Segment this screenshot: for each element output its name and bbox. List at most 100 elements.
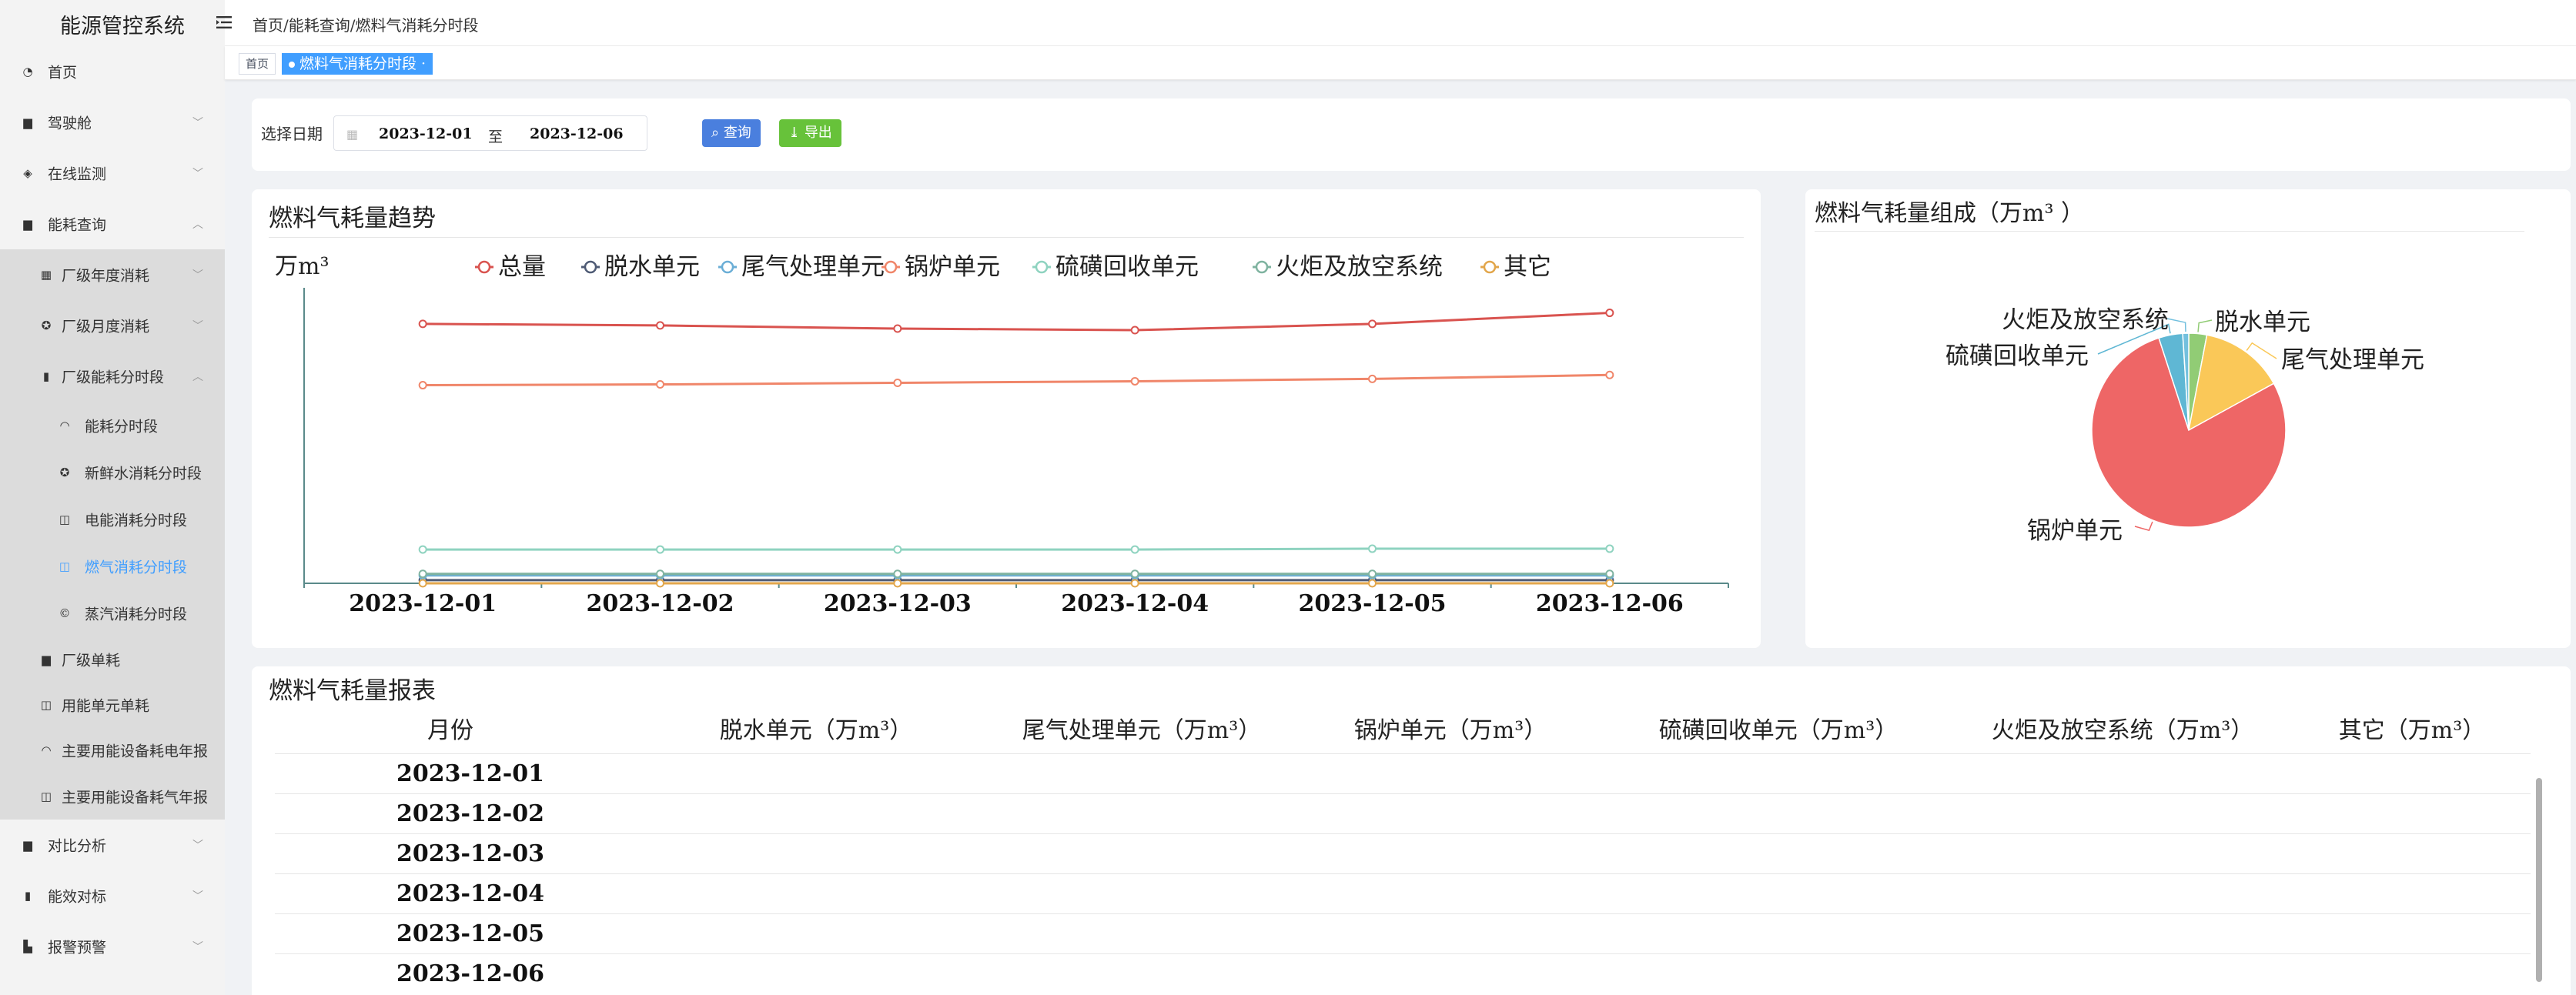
data-point [893,569,902,579]
col-header-sulfur: 硫磺回收单元（万m³） [1658,717,1899,744]
data-point [656,321,664,330]
date-range-picker[interactable]: ▦ 2023-12-01 至 2023-12-06 [333,115,647,151]
end-date-input[interactable]: 2023-12-06 [530,125,624,142]
table-scrollbar[interactable] [2536,778,2542,982]
legend-label: 脱水单元 [604,253,700,281]
data-point [656,380,664,389]
data-point [893,378,902,387]
compare-icon: ▆ [23,838,32,852]
sidebar-item-energy-period[interactable]: ◠ 能耗分时段 [0,402,225,449]
sidebar-item-period[interactable]: ▮ 厂级能耗分时段 ︿ [0,351,225,402]
sidebar-item-label: 用能单元单耗 [62,697,150,714]
sidebar-item-unit-consumption[interactable]: ▆ 厂级单耗 [0,636,225,682]
table-row[interactable]: 2023-12-03 [275,834,2531,874]
table-icon: ◫ [40,697,52,712]
close-icon[interactable]: · [417,55,426,72]
pie-slice-label: 硫磺回收单元 [1945,342,2089,370]
report-table-card: 燃料气耗量报表 月份 脱水单元（万m³） 尾气处理单元（万m³） 锅炉单元（万m… [252,666,2571,995]
table-row[interactable]: 2023-12-02 [275,794,2531,834]
hamburger-icon[interactable] [216,14,233,31]
sidebar-item-cockpit[interactable]: ▆ 驾驶舱 ﹀ [0,97,225,148]
chart-icon: ▮ [24,889,32,903]
table-row[interactable]: 2023-12-05 [275,914,2531,954]
sidebar-item-home[interactable]: ◔ 首页 [0,46,225,97]
pie-chart-card: 燃料气耗量组成（万m³ ） 脱水单元 尾气处理单元 锅炉单元 硫磺回收单元 火炬及放空系… [1805,189,2571,648]
sidebar-item-annual[interactable]: ▦ 厂级年度消耗 ﹀ [0,249,225,300]
chevron-up-icon: ︿ [192,371,203,383]
gear-icon: ✪ [41,319,52,332]
table-row[interactable]: 2023-12-01 [275,754,2531,794]
sidebar-item-label: 在线监测 [48,165,107,183]
series-line [423,373,1610,387]
table-row[interactable]: 2023-12-06 [275,954,2531,994]
tags-view: 首页 燃料气消耗分时段 · [225,46,2576,80]
sidebar-item-alarm[interactable]: ▙ 报警预警 ﹀ [0,921,225,972]
sidebar-item-label: 驾驶舱 [48,115,92,132]
tag-current[interactable]: 燃料气消耗分时段 · [282,53,433,75]
sidebar-item-label: 对比分析 [48,837,107,855]
sidebar-item-gas-period[interactable]: ◫ 燃气消耗分时段 [0,543,225,589]
sidebar-item-steam-period[interactable]: © 蒸汽消耗分时段 [0,589,225,636]
query-button[interactable]: ⌕ 查询 [702,119,761,147]
trend-chart: 万m³ 2023-12-01 2023-12-02 2023-12-03 2023-12… [275,253,1729,617]
sidebar-item-energy-query[interactable]: ▆ 能耗查询 ︿ [0,199,225,249]
sidebar-item-label: 新鲜水消耗分时段 [85,465,202,482]
legend-swatch-marker [1255,260,1269,274]
chevron-down-icon: ﹀ [192,117,203,129]
sidebar-item-label: 电能消耗分时段 [85,512,188,529]
sidebar-item-label: 燃气消耗分时段 [85,559,188,576]
app-root: 能源管控系统 ◔ 首页 ▆ 驾驶舱 ﹀ ◈ 在线监测 ﹀ ▆ 能耗查询 ︿ ▦ … [0,0,2576,995]
series-line [423,312,1610,332]
data-point [1605,309,1614,318]
data-point [1605,370,1614,379]
chevron-up-icon: ︿ [192,219,203,231]
legend-swatch-marker [584,260,597,274]
monitor-icon: ◈ [23,166,32,180]
active-dot-icon [289,62,295,68]
legend-label: 其它 [1504,253,1551,281]
export-label: 导出 [804,125,832,141]
table-row[interactable]: 2023-12-04 [275,874,2531,914]
table-icon: ◫ [59,559,71,573]
pie-label-line [2134,521,2153,532]
chevron-down-icon: ﹀ [192,840,203,852]
start-date-input[interactable]: 2023-12-01 [379,125,473,142]
data-point [1605,579,1614,588]
col-header-dehydration: 脱水单元（万m³） [719,717,913,744]
chevron-down-icon: ﹀ [192,269,203,282]
data-point [656,569,664,579]
cell-month: 2023-12-04 [396,880,544,907]
sidebar-item-power-period[interactable]: ◫ 电能消耗分时段 [0,496,225,543]
col-header-boiler: 锅炉单元（万m³） [1353,717,1547,744]
sidebar-item-compare[interactable]: ▆ 对比分析 ﹀ [0,820,225,870]
gear-icon: ✪ [59,465,70,479]
gauge-icon: ◠ [59,418,70,432]
sidebar-item-monitor[interactable]: ◈ 在线监测 ﹀ [0,148,225,199]
legend-swatch-marker [1035,260,1049,274]
sidebar-item-label: 厂级年度消耗 [62,267,150,285]
col-header-flare: 火炬及放空系统（万m³） [1991,717,2254,744]
data-point [1605,544,1614,553]
sidebar-menu: ◔ 首页 ▆ 驾驶舱 ﹀ ◈ 在线监测 ﹀ ▆ 能耗查询 ︿ ▦ 厂级年度消耗 … [0,46,225,972]
table-icon: ◫ [59,512,71,526]
cell-month: 2023-12-03 [396,840,544,867]
data-point [1130,569,1139,579]
top-navbar: 首页/能耗查询/燃料气消耗分时段 [216,0,2576,46]
trend-chart-card: 燃料气耗量趋势 万m³ 2023-12-01 2023-12-02 2023-12-0… [252,189,1761,648]
bar-icon: ▮ [42,369,50,383]
sidebar-item-water-period[interactable]: ✪ 新鲜水消耗分时段 [0,449,225,496]
sidebar-item-monthly[interactable]: ✪ 厂级月度消耗 ﹀ [0,300,225,351]
cell-month: 2023-12-05 [396,920,544,947]
data-point [1130,376,1139,386]
sidebar-item-power-report[interactable]: ◠ 主要用能设备耗电年报 [0,727,225,773]
sidebar-item-label: 主要用能设备耗电年报 [62,743,209,760]
sidebar-item-benchmark[interactable]: ▮ 能效对标 ﹀ [0,870,225,921]
sidebar-item-label: 厂级能耗分时段 [62,369,165,386]
data-point [418,381,427,390]
tag-home[interactable]: 首页 [239,53,276,75]
sidebar-item-gas-report[interactable]: ◫ 主要用能设备耗气年报 [0,773,225,820]
export-button[interactable]: ⤓ 导出 [779,119,841,147]
sidebar-item-unit-single[interactable]: ◫ 用能单元单耗 [0,682,225,727]
tag-current-label: 燃料气消耗分时段 [299,55,417,72]
grid-icon: ▦ [40,268,52,282]
